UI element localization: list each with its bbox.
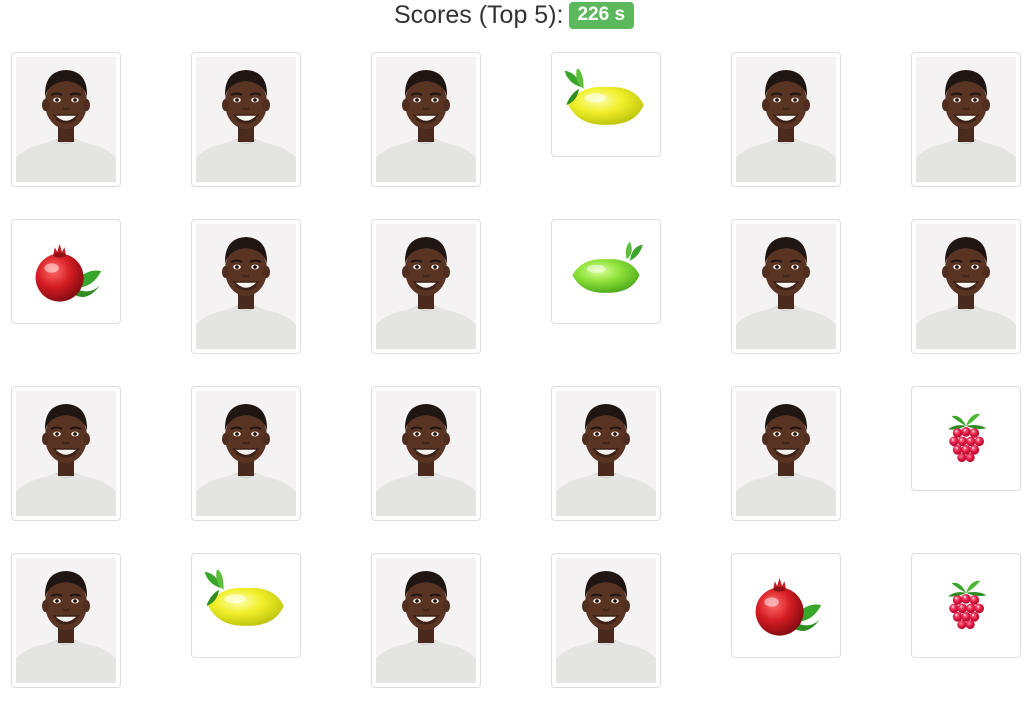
lime-icon [566, 240, 646, 304]
person-photo [16, 558, 116, 683]
card-board [11, 52, 1027, 720]
card-face-down[interactable] [551, 386, 661, 521]
person-photo [16, 391, 116, 516]
card-slot [911, 553, 1028, 720]
card-slot [731, 553, 911, 720]
card-slot [191, 386, 371, 553]
card-slot [11, 553, 191, 720]
lemon-icon [201, 570, 291, 642]
person-photo [736, 391, 836, 516]
card-slot [551, 52, 731, 219]
scores-title: Scores (Top 5): [393, 1, 564, 29]
raspberry-icon [936, 409, 996, 469]
raspberry-icon [936, 576, 996, 636]
person-photo [736, 57, 836, 182]
card-slot [911, 52, 1028, 219]
card-face-down[interactable] [371, 52, 481, 187]
card-face-up-pomegranate[interactable] [731, 553, 841, 658]
card-slot [11, 386, 191, 553]
card-slot [371, 553, 551, 720]
card-slot [11, 219, 191, 386]
person-photo [196, 57, 296, 182]
card-face-down[interactable] [371, 219, 481, 354]
person-photo [196, 391, 296, 516]
score-badge: 226 s [569, 1, 635, 29]
lemon-icon [561, 69, 651, 141]
card-face-up-lemon[interactable] [551, 52, 661, 157]
card-face-down[interactable] [371, 386, 481, 521]
card-slot [911, 386, 1028, 553]
person-photo [916, 57, 1016, 182]
card-face-down[interactable] [11, 553, 121, 688]
card-face-down[interactable] [371, 553, 481, 688]
card-slot [371, 52, 551, 219]
card-face-down[interactable] [731, 52, 841, 187]
pomegranate-icon [26, 236, 106, 308]
person-photo [916, 224, 1016, 349]
card-face-down[interactable] [11, 386, 121, 521]
person-photo [736, 224, 836, 349]
card-slot [551, 219, 731, 386]
pomegranate-icon [746, 570, 826, 642]
card-slot [911, 219, 1028, 386]
person-photo [16, 57, 116, 182]
card-face-down[interactable] [911, 52, 1021, 187]
person-photo [376, 391, 476, 516]
card-slot [731, 219, 911, 386]
card-face-down[interactable] [191, 52, 301, 187]
card-slot [371, 386, 551, 553]
person-photo [376, 558, 476, 683]
scores-header: Scores (Top 5): 226 s [0, 0, 1028, 30]
card-row [11, 219, 1027, 386]
card-slot [191, 219, 371, 386]
card-slot [191, 553, 371, 720]
card-face-down[interactable] [911, 219, 1021, 354]
person-photo [556, 558, 656, 683]
card-row [11, 52, 1027, 219]
card-face-up-raspberry[interactable] [911, 553, 1021, 658]
person-photo [376, 224, 476, 349]
card-face-down[interactable] [731, 219, 841, 354]
card-slot [191, 52, 371, 219]
card-slot [551, 386, 731, 553]
card-row [11, 386, 1027, 553]
card-face-up-lemon[interactable] [191, 553, 301, 658]
card-face-down[interactable] [191, 219, 301, 354]
card-face-down[interactable] [551, 553, 661, 688]
card-slot [371, 219, 551, 386]
card-row [11, 553, 1027, 720]
person-photo [556, 391, 656, 516]
person-photo [196, 224, 296, 349]
card-face-down[interactable] [731, 386, 841, 521]
card-slot [11, 52, 191, 219]
card-face-up-raspberry[interactable] [911, 386, 1021, 491]
card-face-down[interactable] [191, 386, 301, 521]
card-slot [551, 553, 731, 720]
card-slot [731, 386, 911, 553]
card-face-down[interactable] [11, 52, 121, 187]
card-face-up-pomegranate[interactable] [11, 219, 121, 324]
person-photo [376, 57, 476, 182]
card-face-up-lime[interactable] [551, 219, 661, 324]
card-slot [731, 52, 911, 219]
